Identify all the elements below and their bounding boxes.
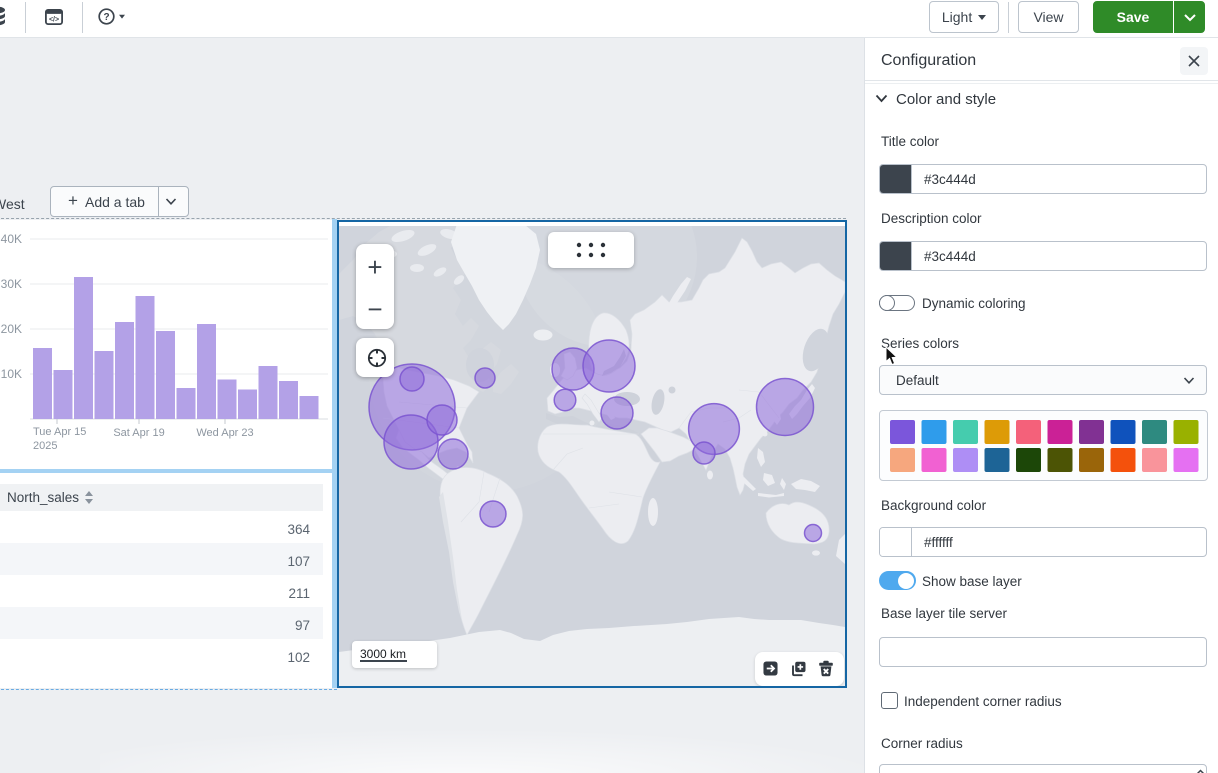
svg-text:40K: 40K [1, 232, 22, 246]
svg-text:</>: </> [49, 16, 59, 23]
svg-text:2025: 2025 [33, 440, 57, 452]
svg-text:20K: 20K [1, 322, 22, 336]
svg-text:30K: 30K [1, 277, 22, 291]
svg-text:Sat Apr 19: Sat Apr 19 [113, 427, 164, 439]
svg-text:Wed Apr 23: Wed Apr 23 [196, 427, 253, 439]
svg-text:?: ? [103, 12, 109, 23]
svg-text:Tue Apr 15: Tue Apr 15 [33, 426, 86, 438]
svg-text:10K: 10K [1, 367, 22, 381]
